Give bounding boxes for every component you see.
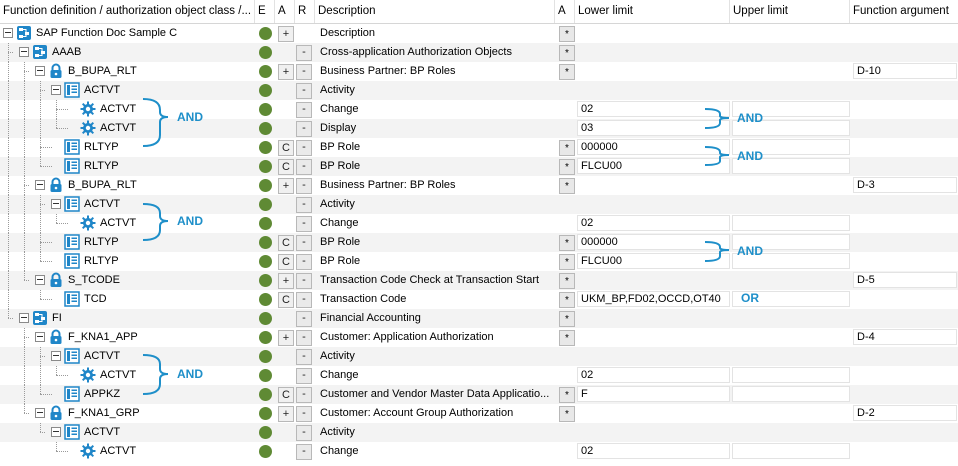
and-label-6: AND <box>737 244 763 258</box>
and-label-3: AND <box>177 367 203 381</box>
and-label-4: AND <box>737 111 763 125</box>
and-label-5: AND <box>737 149 763 163</box>
or-label: OR <box>741 291 759 305</box>
and-label-1: AND <box>177 110 203 124</box>
bracket-overlay <box>142 98 730 395</box>
and-bracket-2 <box>142 203 169 241</box>
and-bracket-4 <box>704 108 730 129</box>
and-bracket-6 <box>704 241 730 262</box>
and-bracket-5 <box>704 146 730 166</box>
and-label-2: AND <box>177 214 203 228</box>
and-bracket-3 <box>142 354 169 395</box>
and-bracket-1 <box>142 98 169 147</box>
